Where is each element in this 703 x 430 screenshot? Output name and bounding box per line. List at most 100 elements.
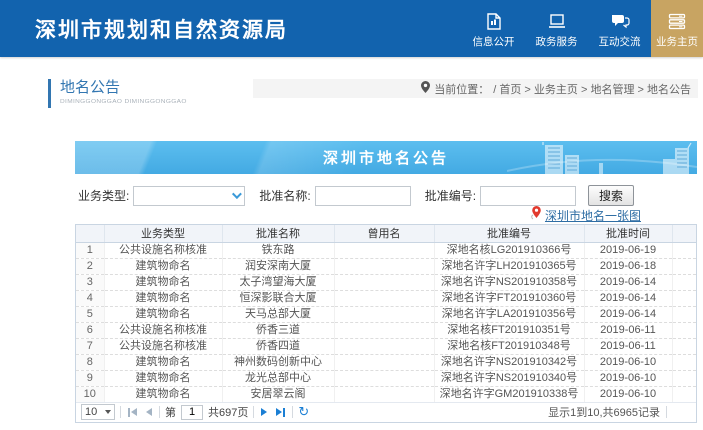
cell-type: 建筑物命名 bbox=[104, 290, 222, 306]
divider bbox=[253, 406, 254, 418]
table-row[interactable]: 2建筑物命名润安深南大厦深地名许字LH201910365号2019-06-18 bbox=[76, 258, 696, 274]
breadcrumb-path[interactable]: / 首页 > 业务主页 > 地名管理 > 地名公告 bbox=[493, 81, 691, 97]
col-header-former[interactable]: 曾用名 bbox=[334, 225, 434, 242]
divider bbox=[666, 406, 667, 418]
col-header-type[interactable]: 业务类型 bbox=[104, 225, 222, 242]
type-filter-label: 业务类型: bbox=[78, 187, 129, 204]
cell-date: 2019-06-14 bbox=[584, 306, 672, 322]
cell-code: 深地名许字NS201910342号 bbox=[434, 354, 584, 370]
cell-name: 铁东路 bbox=[222, 242, 334, 258]
nav-label: 信息公开 bbox=[473, 34, 515, 49]
col-header-code[interactable]: 批准编号 bbox=[434, 225, 584, 242]
table-row[interactable]: 8建筑物命名神州数码创新中心深地名许字NS201910342号2019-06-1… bbox=[76, 354, 696, 370]
approval-code-input[interactable] bbox=[480, 186, 576, 206]
cell-num: 4 bbox=[76, 290, 104, 306]
cell-type: 建筑物命名 bbox=[104, 370, 222, 386]
filter-bar: 业务类型: 批准名称: 批准编号: 搜索 bbox=[78, 185, 694, 206]
cell-name: 侨香三道 bbox=[222, 322, 334, 338]
cell-code: 深地名许字LA201910356号 bbox=[434, 306, 584, 322]
nav-item-info[interactable]: 信息公开 bbox=[462, 0, 525, 57]
search-button[interactable]: 搜索 bbox=[588, 185, 634, 206]
approved-name-input[interactable] bbox=[315, 186, 411, 206]
cell-spacer bbox=[672, 258, 696, 274]
cell-name: 侨香四道 bbox=[222, 338, 334, 354]
cell-date: 2019-06-18 bbox=[584, 258, 672, 274]
table-row[interactable]: 9建筑物命名龙光总部中心 深地名许字NS201910340号2019-06-10 bbox=[76, 370, 696, 386]
cell-date: 2019-06-10 bbox=[584, 354, 672, 370]
page-title: 地名公告 bbox=[60, 79, 236, 96]
document-icon bbox=[484, 12, 504, 30]
table-row[interactable]: 6公共设施名称核准侨香三道深地名核FT201910351号2019-06-11 bbox=[76, 322, 696, 338]
cell-name: 天马总部大厦 bbox=[222, 306, 334, 322]
record-summary-text: 显示1到10,共6965记录 bbox=[548, 404, 660, 420]
placename-table-widget: 业务类型 批准名称 曾用名 批准编号 批准时间 1公共设施名称核准铁东路深地名核… bbox=[75, 224, 697, 423]
business-type-select[interactable] bbox=[133, 186, 245, 206]
cell-date: 2019-06-11 bbox=[584, 322, 672, 338]
cell-date: 2019-06-10 bbox=[584, 386, 672, 402]
cell-type: 建筑物命名 bbox=[104, 386, 222, 402]
cell-spacer bbox=[672, 242, 696, 258]
current-page-input[interactable] bbox=[181, 405, 203, 420]
table-row[interactable]: 3建筑物命名太子湾望海大厦深地名许字NS201910358号2019-06-14 bbox=[76, 274, 696, 290]
refresh-icon[interactable]: ↻ bbox=[298, 406, 309, 419]
last-page-button[interactable] bbox=[274, 408, 287, 417]
cell-num: 7 bbox=[76, 338, 104, 354]
banner-title: 深圳市地名公告 bbox=[75, 141, 697, 174]
cell-name: 润安深南大厦 bbox=[222, 258, 334, 274]
cell-code: 深地名许字FT201910360号 bbox=[434, 290, 584, 306]
cell-type: 建筑物命名 bbox=[104, 274, 222, 290]
cell-date: 2019-06-11 bbox=[584, 338, 672, 354]
nav-item-interaction[interactable]: 互动交流 bbox=[588, 0, 651, 57]
prev-page-button[interactable] bbox=[144, 408, 154, 416]
table-row[interactable]: 7公共设施名称核准侨香四道 深地名核FT201910348号2019-06-11 bbox=[76, 338, 696, 354]
cell-name: 龙光总部中心 bbox=[222, 370, 334, 386]
chevron-down-icon bbox=[105, 410, 111, 414]
table-row[interactable]: 4建筑物命名恒深影联合大厦深地名许字FT201910360号2019-06-14 bbox=[76, 290, 696, 306]
table-row[interactable]: 5建筑物命名天马总部大厦深地名许字LA201910356号2019-06-14 bbox=[76, 306, 696, 322]
table-row[interactable]: 1公共设施名称核准铁东路深地名核LG201910366号2019-06-19 bbox=[76, 242, 696, 258]
cell-code: 深地名许字NS201910358号 bbox=[434, 274, 584, 290]
cell-num: 2 bbox=[76, 258, 104, 274]
nav-label: 业务主页 bbox=[656, 34, 698, 49]
cell-name: 神州数码创新中心 bbox=[222, 354, 334, 370]
cell-type: 公共设施名称核准 bbox=[104, 338, 222, 354]
cell-former bbox=[334, 322, 434, 338]
cell-former bbox=[334, 370, 434, 386]
cell-code: 深地名许字GM201910338号 bbox=[434, 386, 584, 402]
nav-item-business-home[interactable]: 业务主页 bbox=[651, 0, 703, 57]
cell-num: 9 bbox=[76, 370, 104, 386]
table-header-row: 业务类型 批准名称 曾用名 批准编号 批准时间 bbox=[76, 225, 696, 242]
col-header-name[interactable]: 批准名称 bbox=[222, 225, 334, 242]
cell-num: 3 bbox=[76, 274, 104, 290]
nav-item-services[interactable]: 政务服务 bbox=[525, 0, 588, 57]
chevron-down-icon bbox=[232, 189, 242, 199]
monitor-icon bbox=[547, 12, 567, 30]
cell-date: 2019-06-19 bbox=[584, 242, 672, 258]
map-pin-icon bbox=[531, 206, 542, 225]
cell-code: 深地名许字NS201910340号 bbox=[434, 370, 584, 386]
breadcrumb-row: 地名公告 DIMINGGONGGAO DIMINGGONGGAO 当前位置： /… bbox=[0, 79, 703, 108]
breadcrumb: 当前位置： / 首页 > 业务主页 > 地名管理 > 地名公告 bbox=[253, 79, 698, 98]
map-link-row: 深圳市地名一张图 bbox=[75, 208, 697, 223]
cell-date: 2019-06-10 bbox=[584, 370, 672, 386]
cell-num: 5 bbox=[76, 306, 104, 322]
cell-date: 2019-06-14 bbox=[584, 290, 672, 306]
city-placename-map-link[interactable]: 深圳市地名一张图 bbox=[545, 207, 641, 224]
site-header: 深圳市规划和自然资源局 信息公开 政务服务 互动交流 业务主页 bbox=[0, 0, 703, 57]
cell-spacer bbox=[672, 322, 696, 338]
first-page-button[interactable] bbox=[126, 408, 139, 417]
divider bbox=[120, 406, 121, 418]
cell-former bbox=[334, 386, 434, 402]
cell-date: 2019-06-14 bbox=[584, 274, 672, 290]
next-page-button[interactable] bbox=[259, 408, 269, 416]
chat-icon bbox=[610, 12, 630, 30]
table-row[interactable]: 10建筑物命名安居翠云阁深地名许字GM201910338号2019-06-10 bbox=[76, 386, 696, 402]
col-header-date[interactable]: 批准时间 bbox=[584, 225, 672, 242]
cell-num: 8 bbox=[76, 354, 104, 370]
col-header-spacer bbox=[672, 225, 696, 242]
cell-spacer bbox=[672, 290, 696, 306]
page-size-select[interactable]: 10 bbox=[81, 404, 115, 420]
nav-label: 政务服务 bbox=[536, 34, 578, 49]
cell-code: 深地名核FT201910348号 bbox=[434, 338, 584, 354]
cell-former bbox=[334, 354, 434, 370]
